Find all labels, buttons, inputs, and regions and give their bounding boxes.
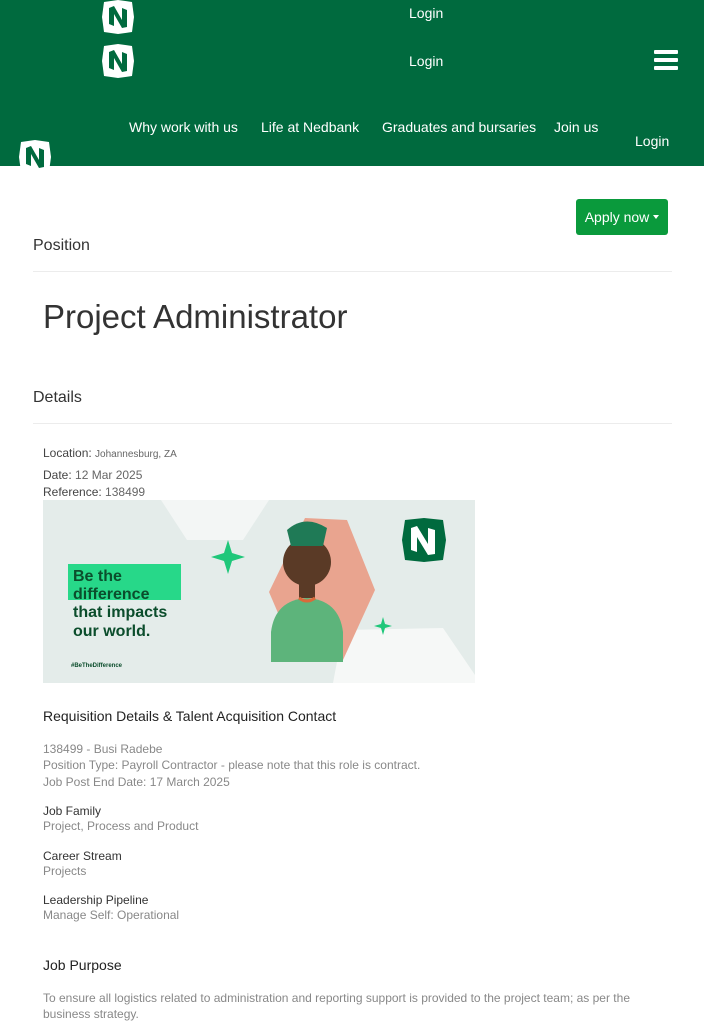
career-stream-label: Career Stream: [43, 849, 122, 863]
reference-label: Reference:: [43, 485, 102, 499]
requisition-line-3: Job Post End Date: 17 March 2025: [43, 775, 230, 789]
leadership-pipeline-value: Manage Self: Operational: [43, 908, 180, 922]
nedbank-logo-icon: [402, 518, 446, 562]
job-purpose-heading: Job Purpose: [43, 957, 122, 973]
caret-down-icon: [653, 215, 660, 219]
nav-life-at-nedbank[interactable]: Life at Nedbank: [261, 119, 359, 135]
apply-now-label: Apply now: [584, 209, 650, 225]
location-value: Johannesburg, ZA: [95, 449, 177, 460]
nav-join-us[interactable]: Join us: [554, 119, 598, 135]
banner-line-2: difference: [73, 586, 150, 603]
location-label: Location:: [43, 446, 92, 460]
nav-graduates-and-bursaries[interactable]: Graduates and bursaries: [382, 119, 536, 135]
login-link-top[interactable]: Login: [409, 5, 443, 21]
nav-why-work-with-us[interactable]: Why work with us: [129, 119, 238, 135]
reference-row: Reference: 138499: [43, 485, 145, 499]
banner-line-3: that impacts: [73, 604, 167, 621]
job-family-label: Job Family: [43, 804, 102, 818]
location-row: Location: Johannesburg, ZA: [43, 446, 177, 460]
recruitment-banner-image: Be the difference that impacts our world…: [43, 500, 475, 683]
nedbank-logo-icon[interactable]: [17, 140, 53, 174]
details-heading: Details: [33, 389, 82, 406]
login-link-nav[interactable]: Login: [635, 133, 669, 149]
site-header: Login Login Why work with us Life at Ned…: [0, 0, 704, 174]
apply-now-button[interactable]: Apply now: [576, 199, 668, 235]
date-label: Date:: [43, 468, 72, 482]
banner-line-1: Be the: [73, 568, 122, 585]
date-value: 12 Mar 2025: [75, 468, 143, 482]
requisition-line-2: Position Type: Payroll Contractor - plea…: [43, 758, 421, 772]
job-title: Project Administrator: [43, 298, 348, 335]
career-stream-value: Projects: [43, 864, 87, 878]
login-link-mobile[interactable]: Login: [409, 53, 443, 69]
nedbank-logo-icon[interactable]: [100, 44, 136, 78]
requisition-heading: Requisition Details & Talent Acquisition…: [43, 708, 337, 724]
divider: [33, 423, 672, 424]
position-heading: Position: [33, 237, 90, 254]
banner-line-4: our world.: [73, 623, 150, 640]
leadership-pipeline-label: Leadership Pipeline: [43, 893, 149, 907]
date-row: Date: 12 Mar 2025: [43, 468, 142, 482]
job-family-value: Project, Process and Product: [43, 819, 199, 833]
nedbank-logo-icon[interactable]: [100, 0, 136, 34]
reference-value: 138499: [105, 485, 146, 499]
hamburger-menu-icon[interactable]: [654, 50, 678, 70]
requisition-line-1: 138499 - Busi Radebe: [43, 742, 163, 756]
banner-hashtag: #BeTheDifference: [71, 663, 123, 669]
divider: [33, 271, 672, 272]
job-purpose-text: To ensure all logistics related to admin…: [43, 991, 630, 1021]
